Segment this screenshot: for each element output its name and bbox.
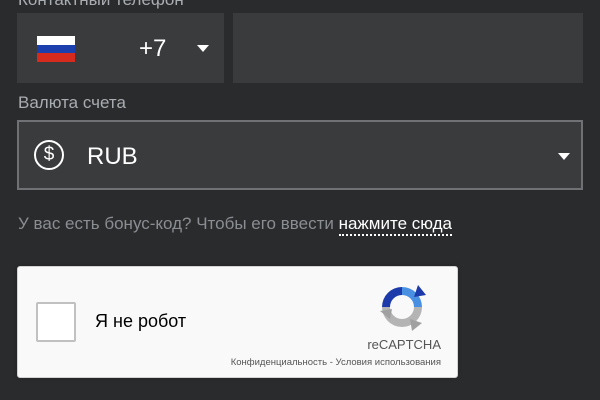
recaptcha-widget: Я не робот reCAPTCHA Конфиденциальность … (17, 266, 458, 378)
country-code-select[interactable]: +7 (17, 13, 224, 83)
recaptcha-label: Я не робот (95, 311, 187, 331)
chevron-down-icon (197, 45, 209, 52)
recaptcha-terms-link[interactable]: Условия использования (336, 357, 441, 368)
recaptcha-links-separator: - (327, 357, 336, 368)
currency-value: RUB (87, 143, 138, 170)
recaptcha-links: Конфиденциальность - Условия использован… (231, 357, 441, 368)
bonus-code-prompt: У вас есть бонус-код? Чтобы его ввести н… (18, 214, 452, 236)
chevron-down-icon (558, 153, 570, 160)
russia-flag-icon (37, 36, 75, 62)
phone-label: Контактный телефон (18, 0, 184, 10)
recaptcha-checkbox[interactable] (36, 302, 76, 342)
country-code-value: +7 (139, 35, 167, 62)
recaptcha-privacy-link[interactable]: Конфиденциальность (231, 357, 327, 368)
bonus-code-text: У вас есть бонус-код? Чтобы его ввести (18, 214, 339, 233)
dollar-circle-icon: $ (34, 140, 64, 170)
recaptcha-logo-icon (380, 285, 426, 331)
currency-label: Валюта счета (18, 93, 126, 112)
recaptcha-brand: reCAPTCHA (367, 337, 441, 352)
currency-select[interactable]: $ RUB (17, 120, 583, 190)
phone-number-input[interactable] (233, 13, 583, 83)
bonus-code-link[interactable]: нажмите сюда (338, 214, 452, 236)
